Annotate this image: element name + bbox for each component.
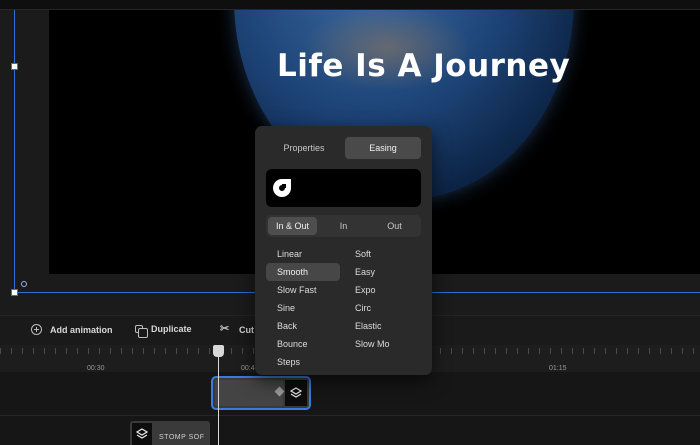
easing-list-right: Soft Easy Expo Circ Elastic Slow Mo: [344, 245, 418, 353]
easing-mode-selector: In & Out In Out: [266, 215, 421, 237]
clip-thumbnail: [285, 380, 307, 406]
easing-option-expo[interactable]: Expo: [344, 281, 418, 299]
easing-option-slow-mo[interactable]: Slow Mo: [344, 335, 418, 353]
plus-circle-icon: [31, 324, 42, 335]
easing-panel: Properties Easing In & Out In Out Linear…: [255, 126, 432, 375]
mode-in-out[interactable]: In & Out: [268, 217, 317, 235]
track-divider: [0, 415, 700, 416]
clip-name: STOMP SOF: [159, 434, 205, 441]
duplicate-label: Duplicate: [151, 324, 192, 334]
layers-icon: [136, 428, 148, 439]
easing-option-soft[interactable]: Soft: [344, 245, 418, 263]
tab-properties[interactable]: Properties: [266, 137, 342, 159]
selected-clip[interactable]: [211, 376, 311, 410]
easing-option-elastic[interactable]: Elastic: [344, 317, 418, 335]
easing-preview: [266, 169, 421, 207]
mode-out[interactable]: Out: [370, 217, 419, 235]
tab-easing[interactable]: Easing: [345, 137, 421, 159]
layers-icon: [290, 387, 302, 398]
secondary-clip[interactable]: STOMP SOF: [130, 421, 210, 445]
easing-option-slow-fast[interactable]: Slow Fast: [266, 281, 340, 299]
add-animation-button[interactable]: Add animation: [31, 324, 113, 335]
scissors-icon: ✂: [220, 323, 230, 335]
cut-button[interactable]: ✂ Cut: [220, 324, 254, 335]
c-logo-icon: [273, 179, 291, 197]
easing-option-smooth[interactable]: Smooth: [266, 263, 340, 281]
playhead-handle[interactable]: [213, 345, 224, 357]
resize-handle-bottom-left[interactable]: [11, 289, 18, 296]
ruler-label: 00:4: [241, 365, 255, 372]
ruler-label: 01:15: [549, 365, 567, 372]
timeline-tracks: [0, 372, 700, 445]
easing-option-easy[interactable]: Easy: [344, 263, 418, 281]
easing-option-linear[interactable]: Linear: [266, 245, 340, 263]
resize-handle-left[interactable]: [11, 63, 18, 70]
panel-tabs: Properties Easing: [266, 137, 421, 161]
mode-in[interactable]: In: [319, 217, 368, 235]
top-strip: [0, 0, 700, 10]
cut-label: Cut: [239, 324, 254, 335]
rotate-handle[interactable]: [21, 281, 27, 287]
easing-option-back[interactable]: Back: [266, 317, 340, 335]
ruler-label: 00:30: [87, 365, 105, 372]
duplicate-icon: [135, 325, 148, 338]
easing-option-steps[interactable]: Steps: [266, 353, 340, 371]
clip-thumbnail: [132, 423, 152, 445]
clip-body: [215, 380, 283, 406]
duplicate-button[interactable]: Duplicate: [135, 324, 192, 338]
easing-option-circ[interactable]: Circ: [344, 299, 418, 317]
playhead-line: [218, 354, 219, 445]
video-title-text[interactable]: Life Is A Journey: [277, 48, 570, 84]
add-animation-label: Add animation: [50, 324, 113, 335]
easing-option-bounce[interactable]: Bounce: [266, 335, 340, 353]
easing-list-left: Linear Smooth Slow Fast Sine Back Bounce…: [266, 245, 340, 371]
easing-option-sine[interactable]: Sine: [266, 299, 340, 317]
selection-border-left: [14, 10, 15, 293]
